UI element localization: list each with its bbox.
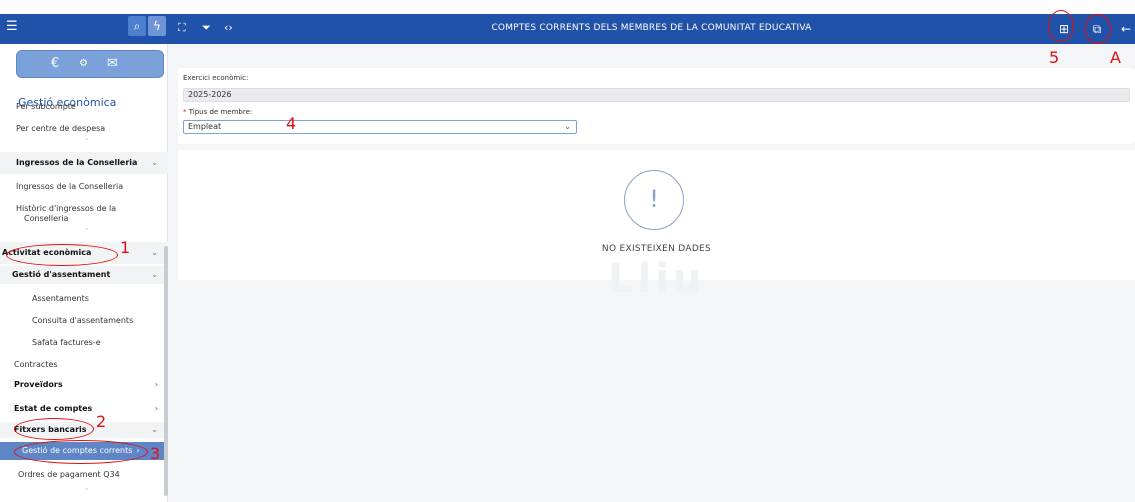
annotation-number: 3 (150, 444, 161, 463)
sidebar-item-historic-ingressos-cont[interactable]: Conselleria (0, 214, 168, 223)
top-bar: ⛶ ⏷ ‹› COMPTES CORRENTS DELS MEMBRES DE … (168, 14, 1135, 44)
sidebar-item-safata-factures[interactable]: Safata factures-e (0, 338, 168, 347)
sidebar-item-per-centre-despesa[interactable]: Per centre de despesa (0, 124, 168, 133)
collapse-caret-icon[interactable]: ^ (84, 228, 89, 235)
exercise-label: Exercici econòmic: (183, 74, 249, 82)
member-type-value: Empleat (188, 122, 222, 131)
sidebar-section-gestio-assentament[interactable]: Gestió d'assentament ⌄ (0, 266, 168, 284)
chevron-down-icon: ⌄ (151, 270, 158, 279)
annotation-number: 5 (1049, 48, 1060, 67)
collapse-caret-icon[interactable]: ^ (84, 488, 89, 495)
sidebar-item-assentaments[interactable]: Assentaments (0, 294, 168, 303)
sidebar-item-label: Per centre de despesa (16, 124, 106, 133)
sidebar-item-label: Ingressos de la Conselleria (16, 158, 138, 167)
exclamation-icon: ! (624, 170, 684, 230)
sidebar-item-label: Ordres de pagament Q34 (18, 470, 120, 479)
main-content: Exercici econòmic: 2025-2026 * Tipus de … (168, 44, 1135, 502)
sidebar-item-label: Per subcompte (16, 102, 76, 111)
watermark-logo: Lliu (608, 256, 706, 302)
back-arrow-icon[interactable]: ← (1118, 21, 1134, 37)
page-title: COMPTES CORRENTS DELS MEMBRES DE LA COMU… (491, 23, 812, 33)
sidebar-item-label: Ingressos de la Conselleria (16, 182, 124, 191)
chevron-down-icon: ⌄ (151, 425, 158, 434)
module-shortcuts: € ⚙ ✉ (16, 50, 164, 78)
sidebar-item-label: Conselleria (24, 214, 69, 223)
sidebar-section-ingressos[interactable]: Ingressos de la Conselleria ⌄ (0, 152, 168, 174)
empty-state-panel: ! Lliu NO EXISTEIXEN DADES (178, 150, 1135, 302)
sidebar-item-label: Contractes (14, 360, 58, 369)
euro-icon[interactable]: € (51, 56, 59, 72)
annotation-number: 1 (120, 238, 131, 257)
sidebar-item-per-subcompte[interactable]: Per subcompte (0, 102, 168, 111)
chevron-down-icon: ⌄ (151, 248, 158, 257)
hamburger-menu-icon[interactable]: ☰ (6, 20, 20, 34)
annotation-ring (14, 418, 94, 440)
sidebar-header: ☰ ⌕ ϟ (0, 14, 168, 44)
lightning-icon[interactable]: ϟ (148, 16, 166, 36)
chevron-right-icon: › (154, 380, 158, 389)
required-asterisk: * (183, 108, 187, 116)
annotation-number: 4 (286, 114, 297, 133)
annotation-number: A (1110, 48, 1121, 67)
sidebar-item-ordres-pagament[interactable]: Ordres de pagament Q34 (0, 470, 168, 479)
settings-icon[interactable]: ⚙ (79, 56, 88, 72)
empty-state-message: NO EXISTEIXEN DADES (601, 244, 712, 254)
annotation-ring (14, 440, 148, 464)
sidebar-item-label: Assentaments (32, 294, 89, 303)
member-type-label: * Tipus de membre: (183, 108, 252, 116)
filter-form: Exercici econòmic: 2025-2026 * Tipus de … (178, 68, 1135, 144)
annotation-ring (1085, 14, 1111, 44)
sidebar-item-estat-comptes[interactable]: Estat de comptes › (0, 404, 168, 413)
collapse-caret-icon[interactable]: ^ (84, 138, 89, 145)
sidebar-item-label: Safata factures-e (32, 338, 101, 347)
annotation-ring (6, 244, 118, 266)
sidebar-item-ingressos-conselleria[interactable]: Ingressos de la Conselleria (0, 182, 168, 191)
chevron-down-icon: ⌄ (151, 158, 158, 167)
member-type-label-text: Tipus de membre: (188, 108, 253, 116)
sidebar-item-historic-ingressos[interactable]: Històric d'ingressos de la (0, 204, 168, 213)
sidebar-item-label: Gestió d'assentament (12, 270, 111, 279)
annotation-number: 2 (96, 412, 107, 431)
sidebar-item-consulta-assentaments[interactable]: Consulta d'assentaments (0, 316, 168, 325)
mail-icon[interactable]: ✉ (107, 56, 118, 72)
sidebar-item-proveidors[interactable]: Proveïdors › (0, 380, 168, 389)
sidebar-item-label: Estat de comptes (14, 404, 93, 413)
exercise-field: 2025-2026 (183, 88, 1130, 102)
sidebar-item-label: Històric d'ingressos de la (16, 204, 117, 213)
sidebar-item-label: Proveïdors (14, 380, 63, 389)
chevron-down-icon: ⌄ (564, 122, 571, 131)
sidebar-item-contractes[interactable]: Contractes (0, 360, 168, 369)
member-type-select[interactable]: Empleat ⌄ (183, 120, 577, 134)
annotation-ring (1048, 10, 1074, 42)
chevron-right-icon: › (154, 404, 158, 413)
search-icon[interactable]: ⌕ (128, 16, 146, 36)
sidebar-item-label: Consulta d'assentaments (32, 316, 134, 325)
